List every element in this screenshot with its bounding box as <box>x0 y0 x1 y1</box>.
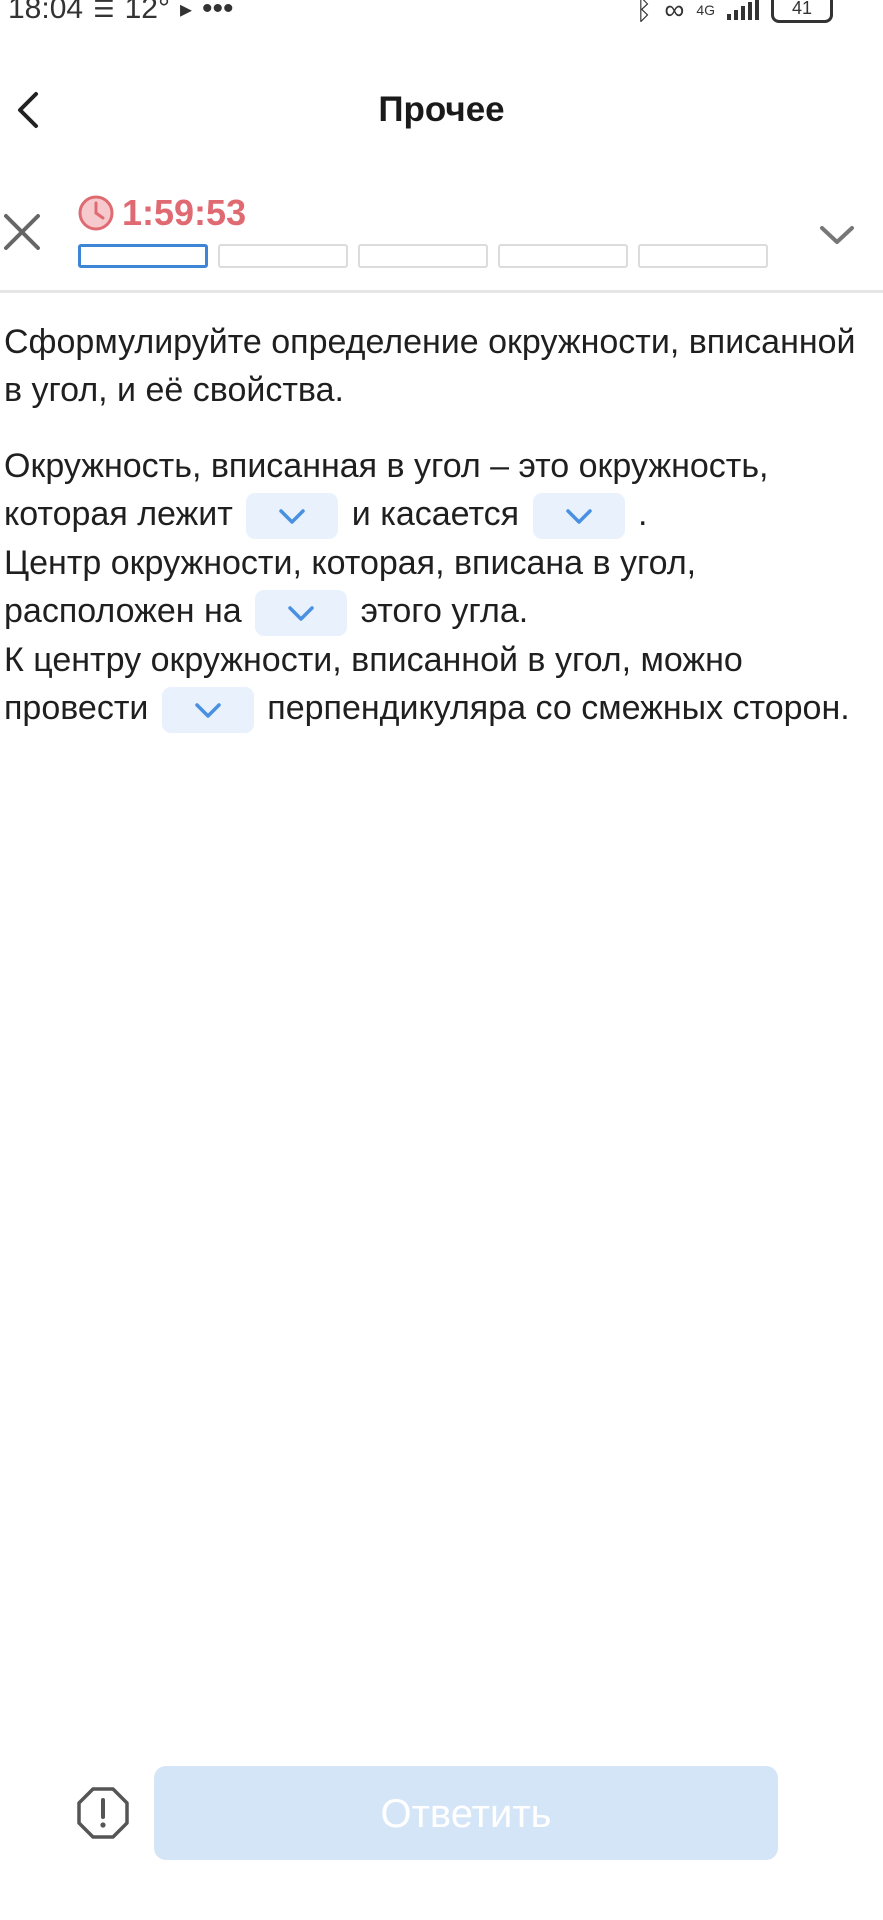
question-segments <box>78 244 768 268</box>
bluetooth-icon: ᛒ <box>635 0 653 25</box>
battery-icon: 41 <box>771 0 833 23</box>
answer-dropdown-2[interactable] <box>532 493 625 540</box>
question-text: Сформулируйте определение окружности, вп… <box>4 323 856 409</box>
sentence-1-part-2: и касается <box>351 495 520 533</box>
sentence-2-part-2: этого угла. <box>360 592 529 631</box>
segment-2[interactable] <box>218 244 348 268</box>
signal-icon <box>727 0 759 20</box>
report-button[interactable] <box>76 1786 130 1840</box>
close-button[interactable] <box>2 212 42 252</box>
play-icon: ▸ <box>179 0 193 23</box>
page-title: Прочее <box>378 90 505 129</box>
header: Прочее <box>0 72 883 152</box>
segment-1[interactable] <box>78 244 208 268</box>
status-right: ᛒ ∞ 4G 41 <box>636 0 833 26</box>
chevron-down-icon <box>288 606 314 621</box>
timer-value: 1:59:53 <box>122 192 247 233</box>
clock-icon <box>78 195 114 231</box>
segment-5[interactable] <box>638 244 768 268</box>
status-temperature: 12° <box>124 0 170 25</box>
network-type: 4G <box>696 2 715 18</box>
answer-paragraph: Окружность, вписанная в угол – это окруж… <box>4 442 864 734</box>
chevron-down-icon <box>279 509 306 524</box>
status-left: 18:04 ☰ 12° ▸ ••• <box>8 0 234 26</box>
status-bar: 18:04 ☰ 12° ▸ ••• ᛒ ∞ 4G 41 <box>0 0 883 28</box>
sentence-3-part-2: перпендикуляра со смежных сторон. <box>267 689 850 728</box>
answer-dropdown-1[interactable] <box>246 493 339 540</box>
chevron-down-icon <box>195 703 221 718</box>
sentence-2-part-1: Центр окружности, которая, вписана в уго… <box>4 544 697 631</box>
segment-4[interactable] <box>498 244 628 268</box>
chevron-down-icon <box>565 509 592 524</box>
answer-dropdown-4[interactable] <box>161 687 254 734</box>
question-content: Сформулируйте определение окружности, вп… <box>4 318 864 734</box>
link-icon: ∞ <box>664 0 685 25</box>
segment-3[interactable] <box>358 244 488 268</box>
sentence-1-part-3: . <box>637 495 648 533</box>
layers-icon: ☰ <box>93 0 115 23</box>
close-icon <box>4 214 40 250</box>
status-more-dots: ••• <box>202 0 234 25</box>
timer: 1:59:53 <box>76 192 246 234</box>
expand-button[interactable] <box>817 220 857 250</box>
alert-icon <box>77 1787 129 1839</box>
chevron-down-icon <box>820 226 854 244</box>
status-time: 18:04 <box>8 0 84 25</box>
page: 18:04 ☰ 12° ▸ ••• ᛒ ∞ 4G 41 Прочее 1:59:… <box>0 0 883 1920</box>
answer-button[interactable]: Ответить <box>154 1766 778 1860</box>
answer-dropdown-3[interactable] <box>255 590 348 637</box>
progress-area: 1:59:53 <box>0 186 883 293</box>
